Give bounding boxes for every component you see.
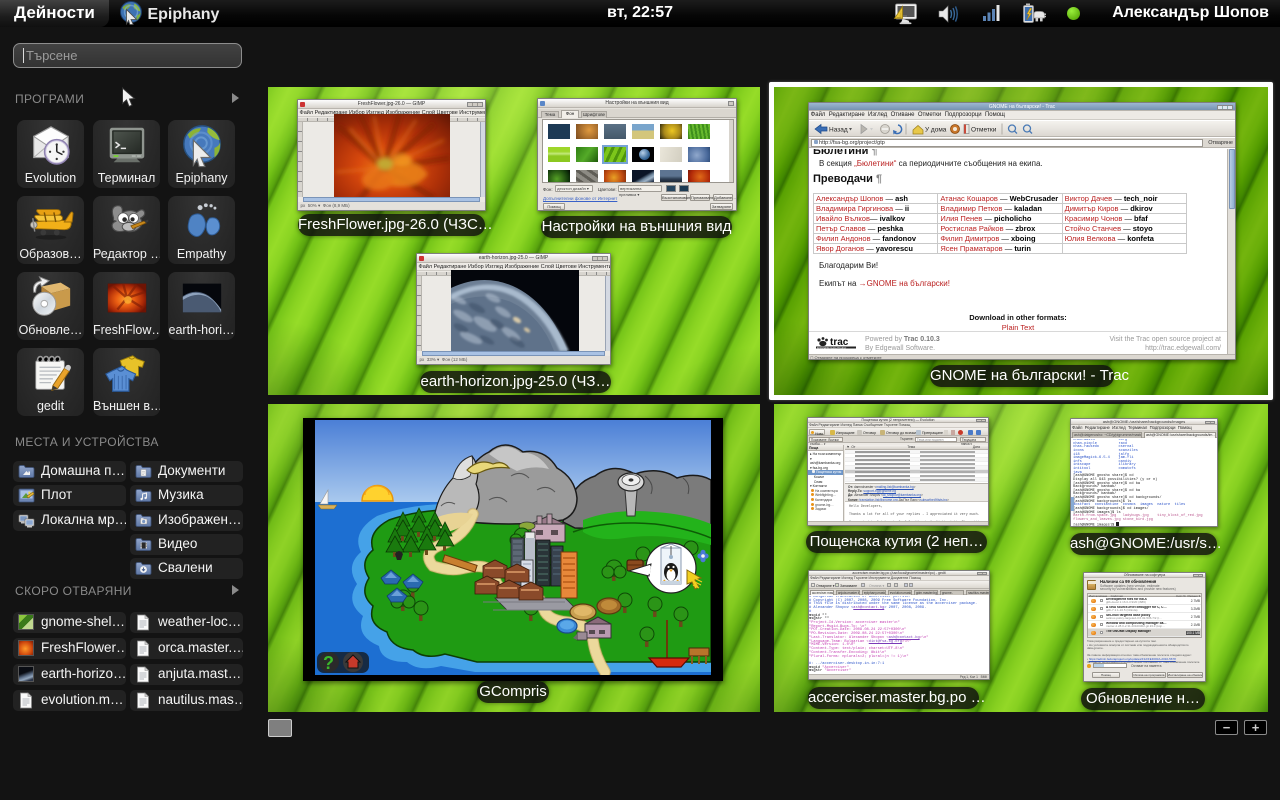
svg-text:INTEGRATED SCM & PROJECT: INTEGRATED SCM & PROJECT — [817, 346, 847, 349]
svg-text:trac: trac — [830, 337, 849, 348]
svg-text:Отметки: Отметки — [971, 127, 997, 134]
svg-text:У дома: У дома — [925, 127, 947, 134]
svg-text:Назад: Назад — [829, 127, 848, 134]
svg-text:?: ? — [323, 653, 334, 673]
